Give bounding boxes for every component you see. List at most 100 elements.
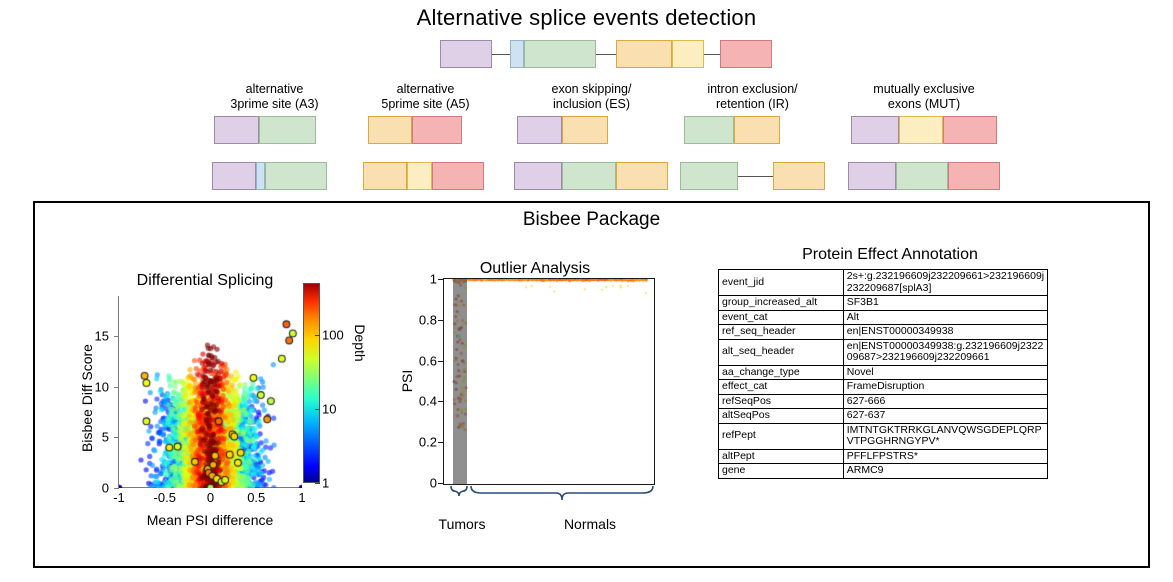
- event-es-iso2-exon-1: [562, 162, 616, 190]
- event-type-label-a3: alternative 3prime site (A3): [230, 82, 319, 111]
- event-ir-isoform-2: [680, 162, 825, 190]
- full-transcript-intron-1: [596, 54, 616, 55]
- full-transcript-exon-3: [616, 40, 672, 68]
- event-type-label-ir: intron exclusion/ retention (IR): [707, 82, 798, 111]
- event-type-es: exon skipping/ inclusion (ES): [514, 82, 669, 190]
- event-mut-iso2-exon-0: [848, 162, 896, 190]
- tumors-brace: [450, 485, 468, 497]
- table-row: refPept IMTNTGKTRRKGLANVQWSGDEPLQRPVTPGGH…: [718, 422, 1049, 450]
- psi-axis-label: PSI: [399, 369, 415, 393]
- event-ir-isoform-1: [680, 116, 825, 144]
- psi-tick-mark: [438, 442, 443, 444]
- psi-tick-mark: [438, 360, 443, 362]
- x-tick-label: -0.5: [153, 490, 176, 505]
- event-mut-iso1-exon-0: [851, 116, 899, 144]
- annotation-key-altSeqPos: altSeqPos: [718, 408, 844, 424]
- event-a5-isoform-2: [363, 162, 488, 190]
- y-tick-mark: [114, 437, 119, 439]
- colorbar-tick-mark: [315, 408, 320, 410]
- annotation-value-alt_seq_header: en|ENST00000349938:g.232196609j232209687…: [842, 338, 1049, 366]
- event-a5-iso1-exon-1: [412, 116, 462, 144]
- outlier-plot-area: [443, 278, 655, 485]
- psi-tick-mark: [438, 279, 443, 280]
- annotation-value-altPept: PFFLFPSTRS*: [842, 448, 1049, 464]
- table-row: event_cat Alt: [718, 309, 1049, 325]
- event-type-label-es: exon skipping/ inclusion (ES): [551, 82, 632, 111]
- full-transcript-intron-0: [492, 54, 510, 55]
- colorbar-tick-label: 1: [322, 475, 330, 491]
- normals-brace: [470, 485, 654, 501]
- table-row: altSeqPos 627-637: [718, 408, 1049, 424]
- x-axis-label: Mean PSI difference: [146, 512, 274, 528]
- event-es-iso1-exon-1: [562, 116, 608, 144]
- y-tick-mark: [114, 488, 119, 489]
- psi-tick-label: 1: [429, 271, 437, 287]
- table-row: effect_cat FrameDisruption: [718, 379, 1049, 395]
- event-a5-iso2-exon-1: [407, 162, 432, 190]
- annotation-value-gene: ARMC9: [842, 463, 1049, 479]
- y-tick-mark: [114, 336, 119, 338]
- event-a3-iso1-exon-1: [259, 116, 316, 144]
- table-row: aa_change_type Novel: [718, 364, 1049, 380]
- event-a3-isoform-1: [212, 116, 337, 144]
- scatter-canvas: [119, 296, 302, 488]
- event-es-iso2-exon-2: [616, 162, 668, 190]
- annotation-key-event_jid: event_jid: [718, 269, 844, 296]
- scatter-plot-area: [119, 296, 302, 488]
- full-transcript-diagram: [440, 40, 772, 68]
- annotation-value-event_jid: 2s+:g.232196609j232209661>232196609j2322…: [842, 269, 1049, 296]
- event-type-label-mut: mutually exclusive exons (MUT): [873, 82, 975, 111]
- x-tick-label: 0.5: [247, 490, 266, 505]
- differential-splicing-title: Differential Splicing: [136, 272, 274, 289]
- event-type-a3: alternative 3prime site (A3): [212, 82, 337, 190]
- event-a3-iso2-exon-2: [265, 162, 327, 190]
- table-row: group_increased_alt SF3B1: [718, 295, 1049, 311]
- event-mut-iso1-exon-1: [899, 116, 943, 144]
- annotation-value-altSeqPos: 627-637: [842, 408, 1049, 424]
- annotation-key-group_increased_alt: group_increased_alt: [718, 295, 844, 311]
- event-es-isoform-2: [514, 162, 669, 190]
- annotation-key-alt_seq_header: alt_seq_header: [718, 338, 844, 366]
- annotation-value-group_increased_alt: SF3B1: [842, 295, 1049, 311]
- full-transcript-exon-2: [524, 40, 596, 68]
- annotation-value-refPept: IMTNTGKTRRKGLANVQWSGDEPLQRPVTPGGHRNGYPV*: [842, 422, 1049, 450]
- event-a5-iso1-exon-0: [368, 116, 412, 144]
- annotation-key-event_cat: event_cat: [718, 309, 844, 325]
- table-row: alt_seq_header en|ENST00000349938:g.23219…: [718, 338, 1049, 366]
- event-es-iso1-exon-0: [517, 116, 562, 144]
- event-mut-iso2-exon-2: [948, 162, 1000, 190]
- psi-tick-mark: [438, 401, 443, 403]
- normals-group-label: Normals: [563, 516, 617, 532]
- annotation-key-aa_change_type: aa_change_type: [718, 364, 844, 380]
- event-es-iso2-exon-0: [514, 162, 562, 190]
- event-ir-iso1-exon-0: [684, 116, 734, 144]
- full-transcript-exon-1: [510, 40, 524, 68]
- event-mut-iso1-exon-2: [943, 116, 997, 144]
- annotation-key-altPept: altPept: [718, 448, 844, 464]
- table-row: gene ARMC9: [718, 463, 1049, 479]
- event-a5-isoform-1: [363, 116, 488, 144]
- event-type-label-a5: alternative 5prime site (A5): [381, 82, 470, 111]
- event-es-isoform-1: [514, 116, 669, 144]
- y-tick-mark: [114, 386, 119, 388]
- tumor-sample-band: [453, 279, 467, 484]
- event-ir-iso2-exon-1: [773, 162, 825, 190]
- colorbar-tick-mark: [315, 483, 320, 484]
- event-ir-iso1-exon-1: [734, 116, 780, 144]
- outlier-analysis-chart: 0 0.2 0.4 0.6 0.8 1 PSI Tumors Normals: [395, 272, 675, 533]
- full-transcript-exon-4: [672, 40, 704, 68]
- annotation-key-refSeqPos: refSeqPos: [718, 393, 844, 409]
- event-mut-isoform-2: [848, 162, 1000, 190]
- tumors-group-label: Tumors: [438, 516, 486, 532]
- event-a3-iso2-exon-1: [256, 162, 265, 190]
- table-row: ref_seq_header en|ENST00000349938: [718, 324, 1049, 340]
- colorbar-tick-label: 10: [322, 401, 337, 417]
- table-row: event_jid 2s+:g.232196609j232209661>23219…: [718, 269, 1049, 296]
- annotation-key-effect_cat: effect_cat: [718, 379, 844, 395]
- figure-title: Alternative splice events detection: [416, 5, 757, 30]
- annotation-key-ref_seq_header: ref_seq_header: [718, 324, 844, 340]
- x-tick-label: -1: [113, 490, 125, 505]
